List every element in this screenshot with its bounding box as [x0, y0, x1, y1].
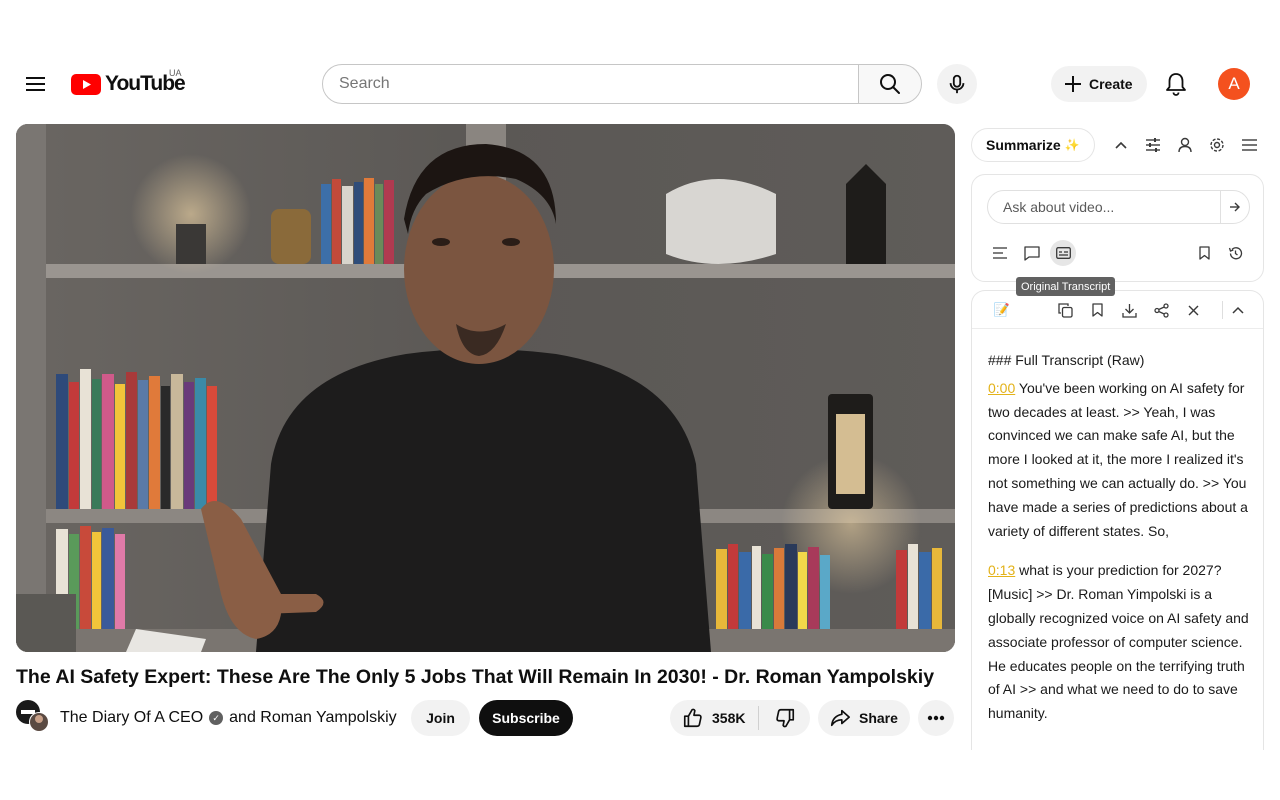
menu-lines-icon: [1241, 139, 1257, 151]
collapse-transcript-button[interactable]: [1228, 300, 1248, 320]
hamburger-icon: [26, 77, 45, 91]
share-button[interactable]: Share: [818, 700, 910, 736]
channel-name-text[interactable]: The Diary Of A CEO: [60, 709, 203, 727]
original-transcript-tooltip: Original Transcript: [1016, 277, 1116, 296]
close-transcript-button[interactable]: [1183, 300, 1203, 320]
chevron-up-icon: [1232, 306, 1244, 314]
channel-name[interactable]: The Diary Of A CEO ✓ and Roman Yampolski…: [60, 709, 397, 727]
close-icon: [1188, 305, 1198, 315]
save-bookmark-button[interactable]: [1087, 300, 1107, 320]
microphone-icon: [949, 74, 965, 94]
download-button[interactable]: [1119, 300, 1139, 320]
subscribe-button[interactable]: Subscribe: [479, 700, 573, 736]
search-icon: [880, 74, 900, 94]
like-button[interactable]: 358K: [670, 700, 758, 736]
collaborator-text[interactable]: and Roman Yampolskiy: [229, 709, 397, 727]
like-dislike-group: 358K: [670, 700, 810, 736]
transcript-heading: ### Full Transcript (Raw): [988, 352, 1145, 368]
ask-card: [971, 174, 1264, 282]
share-label: Share: [859, 710, 898, 726]
thumbs-up-icon: [683, 708, 702, 728]
person-icon: [1178, 137, 1192, 153]
history-button[interactable]: [1222, 240, 1248, 266]
channel-avatar-image: [16, 700, 49, 732]
timestamp-link[interactable]: 0:00: [988, 380, 1015, 396]
profile-button[interactable]: [1174, 134, 1196, 156]
sparkle-icon: ✨: [1064, 138, 1080, 152]
youtube-play-icon: [71, 73, 101, 95]
verified-check-icon: ✓: [209, 711, 224, 725]
video-title: The AI Safety Expert: These Are The Only…: [16, 666, 935, 688]
timestamp-link[interactable]: 0:13: [988, 562, 1015, 578]
more-actions-button[interactable]: [918, 700, 954, 736]
text-lines-icon: [993, 247, 1007, 259]
toolbar-separator: [1222, 301, 1223, 319]
thumbs-down-icon: [775, 708, 794, 728]
bookmark-icon: [1198, 246, 1210, 260]
transcript-mode-button[interactable]: [1050, 240, 1076, 266]
transcript-text: what is your prediction for 2027? [Music…: [988, 562, 1249, 722]
captions-icon: [1055, 247, 1071, 259]
ask-divider: [1220, 191, 1221, 223]
more-dots-icon: [927, 715, 945, 721]
ask-input-box[interactable]: [987, 190, 1250, 224]
country-code: UA: [169, 68, 182, 78]
copy-button[interactable]: [1055, 300, 1075, 320]
summarize-label: Summarize: [986, 137, 1061, 153]
account-avatar[interactable]: A: [1218, 68, 1250, 100]
transcript-segment: 0:13 what is your prediction for 2027? […: [988, 559, 1256, 726]
collapse-panel-button[interactable]: [1110, 134, 1132, 156]
note-icon[interactable]: 📝: [992, 300, 1012, 320]
chevron-up-icon: [1115, 141, 1127, 149]
notifications-button[interactable]: [1160, 68, 1192, 100]
copy-icon: [1057, 302, 1073, 318]
ask-send-button[interactable]: [1227, 199, 1243, 215]
gear-icon: [1210, 138, 1224, 152]
summarize-button[interactable]: Summarize ✨: [971, 128, 1095, 162]
plus-icon: [1065, 76, 1081, 92]
transcript-body: ### Full Transcript (Raw) 0:00 You've be…: [988, 349, 1256, 742]
bell-icon: [1166, 73, 1186, 96]
voice-search-button[interactable]: [937, 64, 977, 104]
create-button[interactable]: Create: [1051, 66, 1147, 102]
history-icon: [1228, 246, 1242, 259]
chat-bubble-icon: [1024, 245, 1040, 261]
arrow-right-icon: [1230, 202, 1240, 212]
video-player[interactable]: [16, 124, 955, 652]
bookmark-button[interactable]: [1191, 240, 1217, 266]
dislike-button[interactable]: [759, 700, 810, 736]
transcript-segment: 0:00 You've been working on AI safety fo…: [988, 377, 1256, 544]
bookmark-icon: [1091, 303, 1103, 317]
like-count: 358K: [712, 710, 746, 726]
share-transcript-button[interactable]: [1151, 300, 1171, 320]
search-input[interactable]: [339, 75, 858, 93]
adjust-button[interactable]: [1142, 134, 1164, 156]
share-arrow-icon: [830, 709, 850, 727]
search-box[interactable]: [322, 64, 859, 104]
chat-mode-button[interactable]: [1019, 240, 1045, 266]
sliders-icon: [1146, 138, 1160, 152]
youtube-logo[interactable]: YouTube: [71, 70, 186, 98]
ask-input[interactable]: [1003, 199, 1218, 215]
video-frame-image: [16, 124, 955, 652]
menu-button[interactable]: [20, 68, 52, 100]
share-nodes-icon: [1153, 302, 1169, 318]
channel-avatar[interactable]: [16, 700, 49, 733]
panel-menu-button[interactable]: [1238, 134, 1260, 156]
settings-button[interactable]: [1206, 134, 1228, 156]
create-label: Create: [1089, 76, 1133, 92]
download-icon: [1121, 303, 1137, 318]
transcript-toolbar: 📝: [972, 291, 1263, 329]
transcript-card: 📝 ### Full Transcript (Raw) 0:00 You've …: [971, 290, 1264, 750]
search-button[interactable]: [858, 64, 922, 104]
join-button[interactable]: Join: [411, 700, 470, 736]
summary-mode-button[interactable]: [987, 240, 1013, 266]
transcript-text: You've been working on AI safety for two…: [988, 379, 1248, 539]
